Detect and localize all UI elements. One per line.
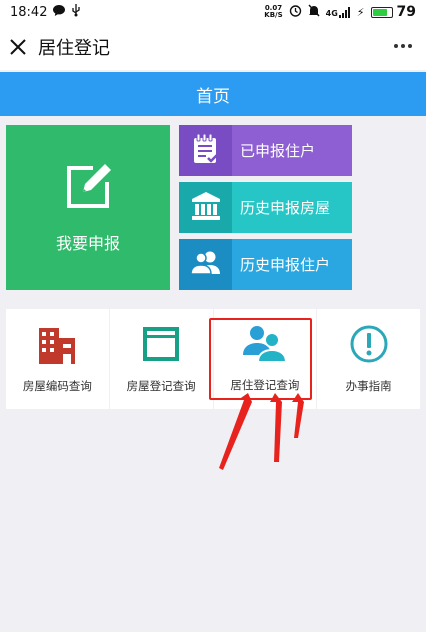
service-guide-label: 办事指南 [345, 379, 392, 393]
battery: 79 [370, 4, 416, 20]
mute-icon [308, 4, 320, 20]
history-residents-label: 历史申报住户 [240, 256, 331, 274]
declare-button[interactable]: 我要申报 [6, 125, 170, 290]
declared-residents-label: 已申报住户 [240, 142, 316, 160]
status-time: 18:42 [10, 4, 48, 20]
info-icon [349, 324, 389, 368]
status-bar: 18:42 0.07 KB/S 4G ⚡ 79 [0, 0, 426, 24]
home-header-title: 首页 [196, 86, 230, 107]
edit-icon [63, 162, 113, 216]
residence-registration-query-label: 居住登记查询 [230, 378, 300, 392]
chat-icon [53, 4, 66, 20]
page-title: 居住登记 [38, 38, 110, 59]
house-code-query-button[interactable]: 房屋编码查询 [6, 309, 109, 409]
house-registration-query-label: 房屋登记查询 [126, 379, 196, 393]
close-icon[interactable] [10, 39, 26, 55]
home-header: 首页 [0, 72, 426, 116]
building-icon [37, 324, 77, 368]
history-houses-label: 历史申报房屋 [240, 199, 331, 217]
history-residents-button[interactable]: 历史申报住户 [179, 239, 352, 290]
charging-icon: ⚡ [356, 5, 365, 19]
house-registration-query-button[interactable]: 房屋登记查询 [109, 309, 213, 409]
more-icon[interactable] [394, 44, 412, 48]
users-icon [240, 325, 290, 367]
declare-label: 我要申报 [55, 233, 120, 253]
usb-icon [71, 3, 81, 21]
history-houses-button[interactable]: 历史申报房屋 [179, 182, 352, 233]
title-bar: 居住登记 [0, 24, 426, 70]
residence-registration-query-button[interactable]: 居住登记查询 [213, 309, 317, 409]
users-icon [189, 251, 222, 279]
house-code-query-label: 房屋编码查询 [22, 379, 92, 393]
clipboard-icon [192, 133, 220, 168]
alarm-icon [289, 4, 302, 20]
query-grid: 房屋编码查询 房屋登记查询 居住登记查询 办事指南 [6, 309, 420, 409]
window-icon [141, 324, 181, 368]
signal-icon: 4G [326, 6, 351, 18]
net-speed: 0.07 KB/S [264, 4, 283, 19]
declared-residents-button[interactable]: 已申报住户 [179, 125, 352, 176]
bank-icon [191, 191, 221, 224]
service-guide-button[interactable]: 办事指南 [317, 309, 420, 409]
